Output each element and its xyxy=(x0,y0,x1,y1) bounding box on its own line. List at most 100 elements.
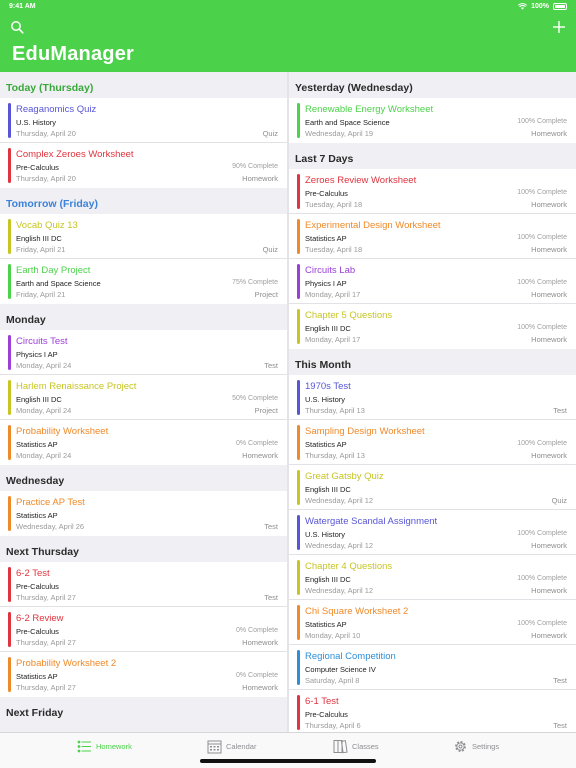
tab-label-classes: Classes xyxy=(352,742,379,751)
assignment-row[interactable]: Experimental Design Worksheet Statistics … xyxy=(289,214,576,259)
assignment-row[interactable]: Harlem Renaissance Project English III DC… xyxy=(0,375,287,420)
due-date: Tuesday, April 18 xyxy=(305,200,363,209)
due-date: Wednesday, April 26 xyxy=(16,522,85,531)
class-color-bar xyxy=(297,560,300,595)
assignment-row[interactable]: 6-1 Test Pre-Calculus Thursday, April 6 Tes… xyxy=(289,690,576,732)
due-date: Monday, April 10 xyxy=(305,631,361,640)
assignment-row[interactable]: Chapter 5 Questions English III DC Monday,… xyxy=(289,304,576,349)
assignment-row[interactable]: Zeroes Review Worksheet Pre-Calculus Tuesd… xyxy=(289,169,576,214)
assignment-row[interactable]: Chi Square Worksheet 2 Statistics AP Monda… xyxy=(289,600,576,645)
class-name: Pre-Calculus xyxy=(305,710,348,719)
section-list: 1970s Test U.S. History Thursday, April 13… xyxy=(289,375,576,732)
tab-classes[interactable]: Classes xyxy=(333,739,379,754)
class-color-bar xyxy=(8,567,11,602)
add-icon[interactable] xyxy=(552,20,566,34)
assignment-row[interactable]: Circuits Lab Physics I AP Monday, April 17… xyxy=(289,259,576,304)
assignment-row[interactable]: Probability Worksheet Statistics AP Monday… xyxy=(0,420,287,465)
left-column[interactable]: Today (Thursday) Reaganomics Quiz U.S. His… xyxy=(0,72,287,732)
home-indicator xyxy=(200,759,376,763)
tab-calendar[interactable]: Calendar xyxy=(207,739,256,754)
right-column[interactable]: Yesterday (Wednesday) Renewable Energy Wo… xyxy=(289,72,576,732)
calendar-icon xyxy=(207,740,222,754)
assignment-type: Test xyxy=(264,361,278,370)
assignment-name: Zeroes Review Worksheet xyxy=(305,175,417,186)
section-header: Next Friday xyxy=(0,697,287,723)
class-color-bar xyxy=(297,650,300,685)
gear-icon xyxy=(455,741,466,752)
assignment-name: Circuits Test xyxy=(16,336,68,347)
class-name: Statistics AP xyxy=(305,620,347,629)
assignment-row[interactable]: Sampling Design Worksheet Statistics AP Th… xyxy=(289,420,576,465)
assignment-row[interactable]: Watergate Scandal Assignment U.S. History… xyxy=(289,510,576,555)
assignment-type: Homework xyxy=(242,638,278,647)
assignment-name: Probability Worksheet 2 xyxy=(16,658,117,669)
class-color-bar xyxy=(297,103,300,138)
books-icon xyxy=(333,740,348,754)
due-date: Thursday, April 13 xyxy=(305,406,365,415)
section-list: Reaganomics Quiz U.S. History Thursday, Ap… xyxy=(0,98,287,188)
assignment-row[interactable]: Complex Zeroes Worksheet Pre-Calculus Thur… xyxy=(0,143,287,188)
class-color-bar xyxy=(8,148,11,183)
assignment-type: Test xyxy=(553,406,567,415)
assignment-row[interactable]: Renewable Energy Worksheet Earth and Spac… xyxy=(289,98,576,143)
assignment-row[interactable]: Practice AP Test Statistics AP Wednesday, … xyxy=(0,491,287,536)
section-list: Vocab Quiz 13 English III DC Friday, April… xyxy=(0,214,287,304)
section-header: Monday xyxy=(0,304,287,330)
completion-percent: 50% Complete xyxy=(232,395,278,402)
status-time: 9:41 AM xyxy=(9,3,36,10)
class-color-bar xyxy=(297,264,300,299)
assignment-row[interactable]: Earth Day Project Earth and Space Science… xyxy=(0,259,287,304)
class-name: English III DC xyxy=(305,485,351,494)
assignment-name: Probability Worksheet xyxy=(16,426,109,437)
assignment-type: Test xyxy=(264,522,278,531)
completion-percent: 100% Complete xyxy=(517,234,567,241)
assignment-row[interactable]: Circuits Test Physics I AP Monday, April 2… xyxy=(0,330,287,375)
assignment-type: Quiz xyxy=(262,245,278,254)
assignment-row[interactable]: Great Gatsby Quiz English III DC Wednesday… xyxy=(289,465,576,510)
class-color-bar xyxy=(297,470,300,505)
assignment-type: Homework xyxy=(242,451,278,460)
assignment-row[interactable]: 6-2 Review Pre-Calculus Thursday, April 27… xyxy=(0,607,287,652)
assignment-row[interactable]: Regional Competition Computer Science IV S… xyxy=(289,645,576,690)
assignment-type: Project xyxy=(254,290,278,299)
app-title: EduManager xyxy=(12,43,135,65)
class-color-bar xyxy=(297,605,300,640)
due-date: Friday, April 21 xyxy=(16,245,66,254)
section-header: This Month xyxy=(289,349,576,375)
assignment-name: Complex Zeroes Worksheet xyxy=(16,149,134,160)
tab-homework[interactable]: Homework xyxy=(77,739,132,754)
class-name: Statistics AP xyxy=(16,440,58,449)
due-date: Thursday, April 13 xyxy=(305,451,365,460)
due-date: Monday, April 24 xyxy=(16,406,72,415)
assignment-row[interactable]: 6-2 Test Pre-Calculus Thursday, April 27 Te… xyxy=(0,562,287,607)
class-color-bar xyxy=(8,425,11,460)
assignment-row[interactable]: Reaganomics Quiz U.S. History Thursday, Ap… xyxy=(0,98,287,143)
tab-settings[interactable]: Settings xyxy=(453,739,499,754)
completion-percent: 100% Complete xyxy=(517,575,567,582)
completion-percent: 0% Complete xyxy=(235,440,278,447)
class-color-bar xyxy=(8,103,11,138)
class-name: Physics I AP xyxy=(16,350,58,359)
assignment-name: Earth Day Project xyxy=(16,265,91,276)
search-icon[interactable] xyxy=(10,20,24,34)
completion-percent: 100% Complete xyxy=(517,530,567,537)
assignment-row[interactable]: Vocab Quiz 13 English III DC Friday, April… xyxy=(0,214,287,259)
assignment-row[interactable]: Probability Worksheet 2 Statistics AP Thur… xyxy=(0,652,287,697)
assignment-row[interactable]: 1970s Test U.S. History Thursday, April 13… xyxy=(289,375,576,420)
assignment-type: Homework xyxy=(531,451,567,460)
due-date: Monday, April 17 xyxy=(305,290,361,299)
assignment-type: Homework xyxy=(531,335,567,344)
wifi-icon xyxy=(518,3,528,10)
assignment-row[interactable]: Chapter 4 Questions English III DC Wednesd… xyxy=(289,555,576,600)
due-date: Wednesday, April 12 xyxy=(305,586,374,595)
section-list: Practice AP Test Statistics AP Wednesday, … xyxy=(0,491,287,536)
assignment-name: Circuits Lab xyxy=(305,265,356,276)
class-name: Pre-Calculus xyxy=(16,163,59,172)
due-date: Wednesday, April 12 xyxy=(305,496,374,505)
class-color-bar xyxy=(297,309,300,344)
assignment-type: Homework xyxy=(242,174,278,183)
assignment-type: Homework xyxy=(531,586,567,595)
section-header: Today (Thursday) xyxy=(0,72,287,98)
assignment-name: 6-1 Test xyxy=(305,696,339,707)
class-name: Earth and Space Science xyxy=(305,118,390,127)
